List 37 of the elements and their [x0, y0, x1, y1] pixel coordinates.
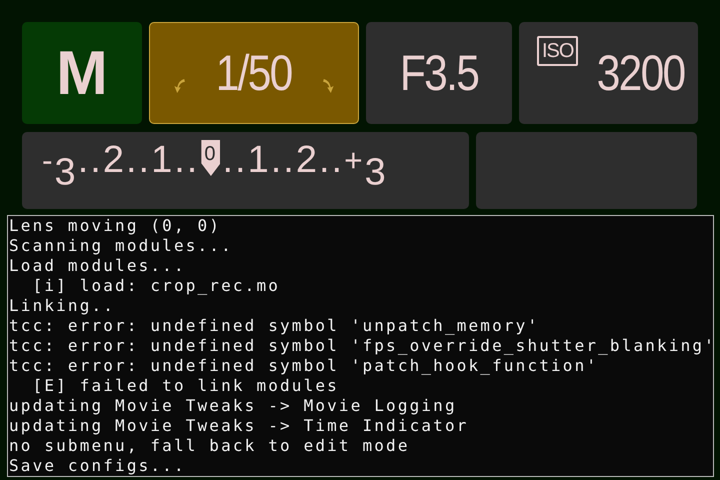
console-line: Scanning modules... — [9, 236, 233, 256]
scale-tick: .. — [319, 140, 344, 180]
tile-value: 3200 — [596, 44, 684, 102]
curved-arrow-icon — [173, 77, 188, 95]
curved-arrow-icon — [320, 77, 335, 95]
tile-value: 1/50 — [216, 44, 292, 102]
console-line: tcc: error: undefined symbol 'unpatch_memory' — [9, 316, 540, 336]
scale-tick: 1 — [151, 140, 174, 180]
scale-tick: 1 — [248, 140, 271, 180]
mode-tile[interactable]: M — [22, 22, 142, 124]
shutter-tile[interactable]: 1/50 — [149, 22, 359, 124]
console-line: [E] failed to link modules — [32, 376, 339, 396]
scale-tick: .. — [222, 140, 248, 180]
scale-tick: .. — [126, 140, 152, 180]
scale-tick: 2 — [102, 140, 126, 180]
scale-tick: $^{-}$3 — [42, 141, 78, 193]
tile-value: M — [56, 38, 108, 108]
console-line: no submenu, fall back to edit mode — [9, 436, 410, 456]
console-line: Load modules... — [9, 256, 186, 276]
exposure-marker: 0 — [201, 140, 220, 176]
scale-tick: .. — [270, 140, 296, 180]
console-line: Lens moving (0, 0) — [9, 216, 222, 236]
console-line: updating Movie Tweaks -> Time Indicator — [9, 416, 469, 436]
tile-value: F3.5 — [400, 44, 478, 102]
console-line: updating Movie Tweaks -> Movie Logging — [9, 396, 457, 416]
scale-tick: 2 — [296, 140, 319, 180]
console-line: [i] load: crop_rec.mo — [32, 276, 280, 296]
console-line: Save configs... — [9, 456, 186, 476]
console-line: tcc: error: undefined symbol 'patch_hook_function' — [9, 356, 598, 376]
iso-label: ISO — [537, 36, 578, 66]
scale-tick: $^{+}$3 — [344, 141, 388, 193]
console-line: tcc: error: undefined symbol 'fps_override_shutter_blanking' — [9, 336, 716, 356]
scale-tick: .. — [78, 140, 103, 180]
iso-tile[interactable]: ISO 3200 — [519, 22, 698, 124]
console-line: Linking.. — [9, 296, 116, 316]
aperture-tile[interactable]: F3.5 — [366, 22, 512, 124]
scale-tick: .. — [174, 140, 200, 180]
